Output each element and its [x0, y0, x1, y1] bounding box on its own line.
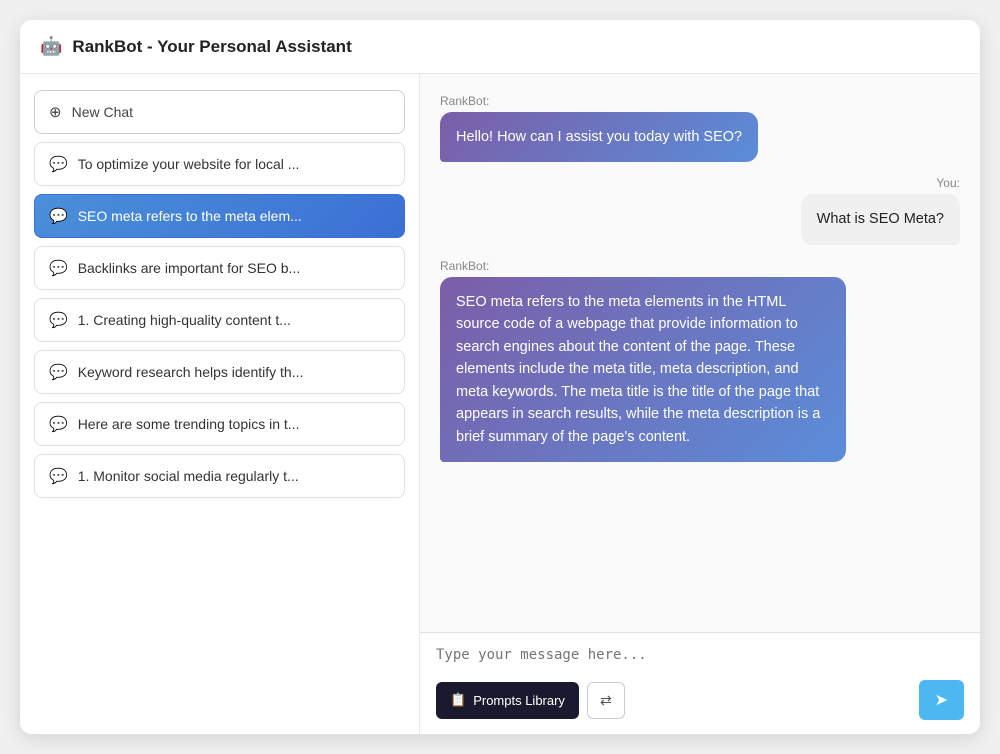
prompts-icon: 📋	[450, 692, 466, 708]
message-bubble: Hello! How can I assist you today with S…	[440, 112, 758, 162]
sidebar-item-text: Backlinks are important for SEO b...	[78, 260, 301, 276]
prompts-library-button[interactable]: 📋 Prompts Library	[436, 682, 579, 719]
sidebar-item-chat-5[interactable]: 💬 Keyword research helps identify th...	[34, 350, 405, 394]
message-bubble: What is SEO Meta?	[801, 194, 960, 244]
app-container: 🤖 RankBot - Your Personal Assistant ⊕ New…	[20, 20, 980, 734]
sidebar-item-new-chat[interactable]: ⊕ New Chat	[34, 90, 405, 134]
sidebar-item-text: Here are some trending topics in t...	[78, 416, 300, 432]
sidebar-item-text: Keyword research helps identify th...	[78, 364, 304, 380]
prompts-library-label: Prompts Library	[473, 693, 565, 708]
app-title: RankBot - Your Personal Assistant	[72, 37, 351, 57]
sidebar-item-icon: 💬	[49, 311, 68, 329]
send-button[interactable]: ➤	[919, 680, 964, 720]
message-sender: RankBot:	[440, 259, 489, 273]
app-body: ⊕ New Chat 💬 To optimize your website for l…	[20, 74, 980, 734]
sidebar: ⊕ New Chat 💬 To optimize your website for l…	[20, 74, 420, 734]
sidebar-item-icon: 💬	[49, 207, 68, 225]
send-icon: ➤	[935, 690, 948, 710]
sidebar-item-icon: 💬	[49, 155, 68, 173]
message-group-bot: RankBot: Hello! How can I assist you toda…	[440, 94, 960, 162]
sidebar-item-icon: 💬	[49, 259, 68, 277]
sidebar-item-text: 1. Creating high-quality content t...	[78, 312, 291, 328]
chat-input-toolbar: 📋 Prompts Library ⇄ ➤	[436, 680, 964, 720]
message-sender: You:	[936, 176, 960, 190]
refresh-icon: ⇄	[600, 692, 612, 708]
sidebar-item-icon: ⊕	[49, 103, 62, 121]
sidebar-item-chat-7[interactable]: 💬 1. Monitor social media regularly t...	[34, 454, 405, 498]
message-group-bot: RankBot: SEO meta refers to the meta elem…	[440, 259, 960, 462]
sidebar-item-text: SEO meta refers to the meta elem...	[78, 208, 302, 224]
sidebar-item-chat-6[interactable]: 💬 Here are some trending topics in t...	[34, 402, 405, 446]
sidebar-item-chat-4[interactable]: 💬 1. Creating high-quality content t...	[34, 298, 405, 342]
sidebar-item-chat-2[interactable]: 💬 SEO meta refers to the meta elem...	[34, 194, 405, 238]
bot-icon: 🤖	[40, 36, 62, 57]
sidebar-item-text: 1. Monitor social media regularly t...	[78, 468, 299, 484]
sidebar-item-icon: 💬	[49, 363, 68, 381]
message-bubble: SEO meta refers to the meta elements in …	[440, 277, 846, 462]
message-group-user: You: What is SEO Meta?	[440, 176, 960, 244]
sidebar-item-chat-3[interactable]: 💬 Backlinks are important for SEO b...	[34, 246, 405, 290]
sidebar-item-icon: 💬	[49, 415, 68, 433]
chat-messages: RankBot: Hello! How can I assist you toda…	[420, 74, 980, 632]
sidebar-item-icon: 💬	[49, 467, 68, 485]
toolbar-left: 📋 Prompts Library ⇄	[436, 682, 625, 719]
chat-input-area: 📋 Prompts Library ⇄ ➤	[420, 632, 980, 734]
sidebar-item-text: To optimize your website for local ...	[78, 156, 300, 172]
message-sender: RankBot:	[440, 94, 489, 108]
sidebar-item-text: New Chat	[72, 104, 133, 120]
sidebar-item-chat-1[interactable]: 💬 To optimize your website for local ...	[34, 142, 405, 186]
message-input[interactable]	[436, 647, 964, 663]
app-header: 🤖 RankBot - Your Personal Assistant	[20, 20, 980, 74]
refresh-button[interactable]: ⇄	[587, 682, 625, 719]
chat-area: RankBot: Hello! How can I assist you toda…	[420, 74, 980, 734]
